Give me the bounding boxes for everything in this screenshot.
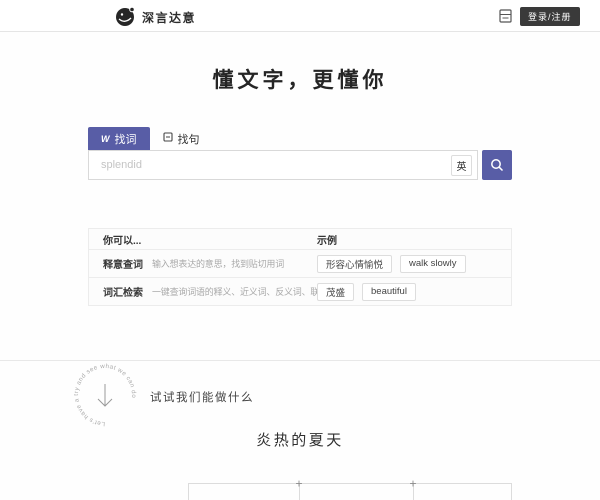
- try-hint-text: 试试我们能做什么: [150, 389, 254, 405]
- table-row: 释意查词 输入想表达的意思，找到贴切用词 形容心情愉悦 walk slowly: [89, 249, 511, 277]
- search-icon: [490, 158, 504, 172]
- wantwords-landing-page: 深言达意 登录/注册 懂文字，更懂你 W 找词 找句: [0, 0, 600, 500]
- tab-find-words[interactable]: W 找词: [88, 127, 150, 150]
- capabilities-table: 你可以... 示例 释意查词 输入想表达的意思，找到贴切用词 形容心情愉悦 wa…: [88, 228, 512, 306]
- example-chip[interactable]: walk slowly: [400, 255, 466, 273]
- table-header-row: 你可以... 示例: [89, 229, 511, 249]
- mode-tabs: W 找词 找句: [88, 127, 213, 150]
- example-chip[interactable]: beautiful: [362, 283, 416, 301]
- tab-find-words-label: 找词: [115, 131, 137, 147]
- arrow-down-icon: [98, 384, 112, 406]
- card-corner-mark: +: [295, 477, 302, 489]
- card-corner-mark: +: [409, 477, 416, 489]
- brand-logo-icon[interactable]: [114, 5, 137, 28]
- search-button[interactable]: [482, 150, 512, 180]
- header: 深言达意 登录/注册: [0, 0, 600, 32]
- search-bar: 英: [88, 150, 512, 180]
- search-input[interactable]: [89, 151, 477, 179]
- document-icon[interactable]: [499, 9, 512, 23]
- header-capability: 你可以...: [89, 232, 317, 247]
- result-cards-row: + +: [188, 483, 512, 500]
- example-chip[interactable]: 形容心情愉悦: [317, 255, 392, 273]
- table-row: 词汇检索 一键查询词语的释义、近义词、反义词、联想词等 茂盛 beautiful: [89, 277, 511, 305]
- capability-desc: 一键查询词语的释义、近义词、反义词、联想词等: [152, 285, 317, 298]
- search-box: 英: [88, 150, 478, 180]
- wantquotes-tab-icon: [163, 132, 173, 145]
- page-title: 懂文字，更懂你: [0, 64, 600, 94]
- tab-find-sentences[interactable]: 找句: [150, 127, 213, 150]
- tab-find-sentences-label: 找句: [178, 131, 200, 147]
- section-divider: [0, 360, 600, 361]
- capability-desc: 输入想表达的意思，找到贴切用词: [152, 257, 284, 270]
- brand-name[interactable]: 深言达意: [142, 9, 196, 26]
- capability-name: 词汇检索: [103, 284, 143, 299]
- capability-name: 释意查词: [103, 256, 143, 271]
- example-chip[interactable]: 茂盛: [317, 283, 354, 301]
- login-register-button[interactable]: 登录/注册: [520, 7, 580, 26]
- language-toggle[interactable]: 英: [451, 155, 472, 176]
- scroll-down-motif: Let's have a try and see what we can do: [72, 362, 138, 428]
- header-examples: 示例: [317, 232, 511, 247]
- wantwords-tab-icon: W: [101, 134, 110, 144]
- example-query-title: 炎热的夏天: [0, 429, 600, 450]
